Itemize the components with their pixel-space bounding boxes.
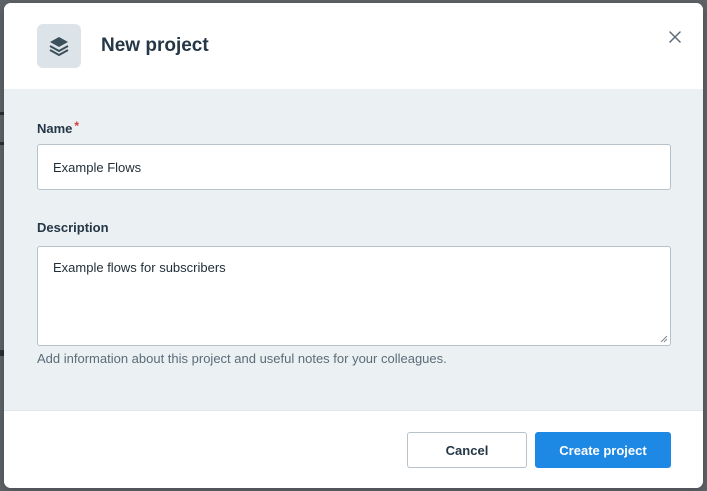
project-description-textarea[interactable]: Example flows for subscribers [37, 246, 671, 346]
name-field-label: Name * [37, 118, 79, 137]
close-icon [669, 31, 681, 43]
description-help-text: Add information about this project and u… [37, 351, 447, 366]
dialog-footer: Cancel Create project [4, 410, 703, 488]
dialog-header: New project [4, 3, 703, 90]
required-indicator: * [74, 119, 80, 133]
dialog-body: Name* Description Example flows for subs… [4, 89, 703, 410]
project-name-input[interactable] [37, 144, 671, 190]
dialog-title: New project [101, 35, 209, 56]
close-button[interactable] [665, 27, 685, 47]
resize-handle-icon[interactable] [660, 335, 668, 343]
cancel-button[interactable]: Cancel [407, 432, 527, 468]
new-project-dialog: New project Name* Description Example fl… [4, 3, 703, 488]
description-field-label: Description [37, 220, 109, 235]
name-label-text: Name [37, 121, 73, 136]
layers-icon [37, 24, 81, 68]
create-project-button[interactable]: Create project [535, 432, 671, 468]
